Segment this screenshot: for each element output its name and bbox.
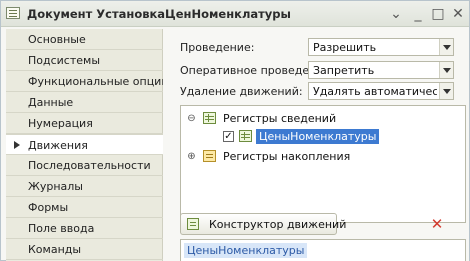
minimize-button[interactable]: _: [409, 5, 427, 23]
window-title: Документ УстановкаЦенНоменклатуры: [27, 7, 291, 21]
constructor-icon: [187, 218, 199, 230]
sidebar-item-label: Поле ввода: [28, 222, 95, 235]
sidebar-item-main[interactable]: Основные: [6, 29, 163, 50]
sidebar-item-label: Последовательности: [28, 159, 151, 172]
sidebar-item-movements[interactable]: Движения: [6, 134, 163, 155]
posting-select[interactable]: Разрешить: [308, 38, 454, 56]
sidebar-item-label: Функциональные опции: [28, 75, 169, 88]
sidebar-item-subsystems[interactable]: Подсистемы: [6, 50, 163, 71]
delete-icon[interactable]: ✕: [430, 217, 444, 232]
info-register-icon: [239, 130, 252, 142]
tree-node-info-registers[interactable]: ⊖ Регистры сведений: [187, 110, 457, 128]
info-register-icon: [203, 112, 216, 124]
accumulation-register-icon: [203, 150, 216, 162]
movement-deletion-select[interactable]: Удалять автоматически п: [308, 82, 454, 100]
maximize-button[interactable]: □: [429, 5, 447, 23]
sidebar-item-label: Данные: [28, 96, 74, 109]
title-bar: Документ УстановкаЦенНоменклатуры ⌄ _ □ …: [1, 1, 469, 27]
sidebar-item-label: Журналы: [28, 180, 83, 193]
sidebar-item-label: Команды: [28, 243, 82, 256]
sidebar-item-numbering[interactable]: Нумерация: [6, 113, 163, 134]
chevron-down-icon[interactable]: [439, 62, 453, 78]
sidebar-item-forms[interactable]: Формы: [6, 197, 163, 218]
tree-node-prices-register[interactable]: ✓ ЦеныНоменклатуры: [221, 128, 461, 146]
collapse-icon[interactable]: ⊖: [187, 114, 196, 124]
sidebar-item-data[interactable]: Данные: [6, 92, 163, 113]
sidebar-item-input-field[interactable]: Поле ввода: [6, 218, 163, 239]
sidebar-item-label: Нумерация: [28, 117, 93, 130]
sidebar: Основные Подсистемы Функциональные опции…: [6, 29, 168, 261]
movement-deletion-label: Удаление движений:: [180, 85, 303, 98]
tree-node-accumulation-registers[interactable]: ⊕ Регистры накопления: [187, 148, 457, 166]
posting-value: Разрешить: [313, 41, 377, 54]
tree-node-label: Регистры накопления: [223, 150, 351, 163]
register-checkbox[interactable]: ✓: [223, 131, 234, 142]
chevron-down-icon[interactable]: ⌄: [387, 5, 405, 23]
sidebar-item-label: Движения: [28, 139, 88, 152]
list-item[interactable]: ЦеныНоменклатуры: [184, 243, 308, 258]
tree-node-label: ЦеныНоменклатуры: [256, 129, 380, 144]
sidebar-item-functional-options[interactable]: Функциональные опции: [6, 71, 168, 92]
document-icon: [6, 7, 20, 19]
document-window: Документ УстановкаЦенНоменклатуры ⌄ _ □ …: [0, 0, 470, 261]
chevron-down-icon[interactable]: [439, 39, 453, 55]
realtime-posting-select[interactable]: Запретить: [308, 61, 454, 79]
sidebar-item-label: Формы: [28, 201, 69, 214]
movement-deletion-value: Удалять автоматически п: [313, 85, 437, 98]
posting-label: Проведение:: [180, 41, 255, 54]
registers-tree[interactable]: ⊖ Регистры сведений ✓ ЦеныНоменклатуры ⊕…: [180, 105, 466, 223]
chevron-down-icon[interactable]: [439, 83, 453, 99]
expand-icon[interactable]: ⊕: [187, 152, 196, 162]
realtime-posting-value: Запретить: [313, 64, 375, 77]
current-item-arrow-icon: [14, 141, 20, 149]
tree-node-label: Регистры сведений: [223, 112, 337, 125]
sidebar-item-sequences[interactable]: Последовательности: [6, 155, 163, 176]
sidebar-item-label: Основные: [28, 33, 86, 46]
movements-list[interactable]: ЦеныНоменклатуры: [180, 239, 466, 261]
constructor-button-label: Конструктор движений: [209, 218, 347, 231]
sidebar-item-journals[interactable]: Журналы: [6, 176, 163, 197]
main-panel: Проведение: Разрешить Оперативное провед…: [163, 29, 469, 261]
sidebar-item-commands[interactable]: Команды: [6, 239, 163, 260]
close-button[interactable]: ✕: [449, 5, 467, 23]
movements-constructor-button[interactable]: Конструктор движений: [180, 213, 346, 235]
sidebar-item-label: Подсистемы: [28, 54, 101, 67]
